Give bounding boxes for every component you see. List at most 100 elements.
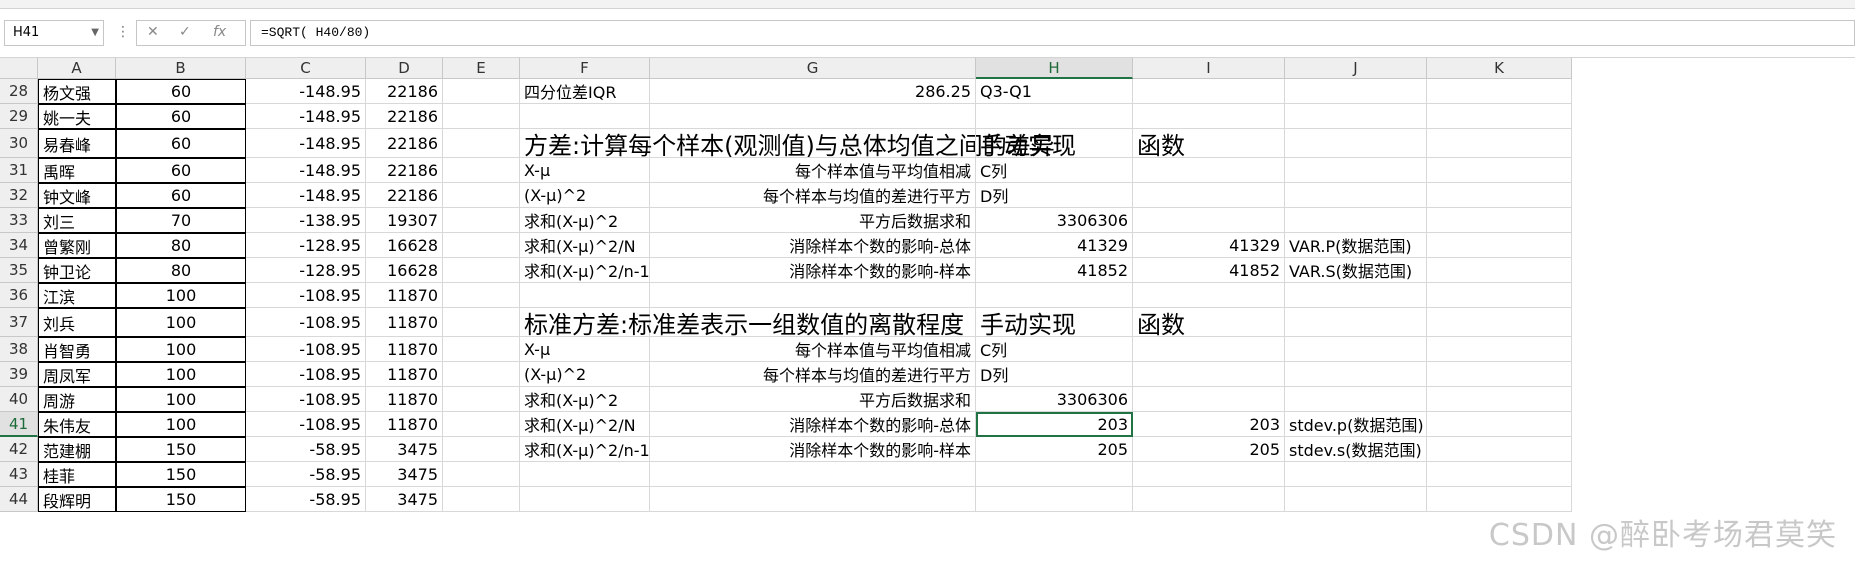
cell-e33[interactable] [443,208,520,233]
cell-a29[interactable]: 姚一夫 [38,104,116,129]
cell-k30[interactable] [1427,129,1572,158]
row-header-37[interactable]: 37 [0,308,38,337]
cell-k40[interactable] [1427,387,1572,412]
cell-g32[interactable]: 每个样本与均值的差进行平方 [650,183,976,208]
cell-c41[interactable]: -108.95 [246,412,366,437]
cell-d33[interactable]: 19307 [366,208,443,233]
cell-f33[interactable]: 求和(X-μ)^2 [520,208,650,233]
column-header-b[interactable]: B [116,58,246,79]
cell-b33[interactable]: 70 [116,208,246,233]
cell-c43[interactable]: -58.95 [246,462,366,487]
row-header-40[interactable]: 40 [0,387,38,412]
cell-d40[interactable]: 11870 [366,387,443,412]
cell-g33[interactable]: 平方后数据求和 [650,208,976,233]
cell-j32[interactable] [1285,183,1427,208]
cell-k29[interactable] [1427,104,1572,129]
cell-j38[interactable] [1285,337,1427,362]
cell-e37[interactable] [443,308,520,337]
cell-g30[interactable] [650,129,976,158]
row-header-30[interactable]: 30 [0,129,38,158]
cell-h43[interactable] [976,462,1133,487]
row-header-28[interactable]: 28 [0,79,38,104]
row-header-39[interactable]: 39 [0,362,38,387]
cell-f28[interactable]: 四分位差IQR [520,79,650,104]
cell-d38[interactable]: 11870 [366,337,443,362]
cell-h28[interactable]: Q3-Q1 [976,79,1133,104]
row-header-43[interactable]: 43 [0,462,38,487]
cell-i33[interactable] [1133,208,1285,233]
cell-h38[interactable]: C列 [976,337,1133,362]
cell-k34[interactable] [1427,233,1572,258]
cell-f41[interactable]: 求和(X-μ)^2/N [520,412,650,437]
cell-b39[interactable]: 100 [116,362,246,387]
cell-b28[interactable]: 60 [116,79,246,104]
cell-i35[interactable]: 41852 [1133,258,1285,283]
cell-e41[interactable] [443,412,520,437]
cell-a44[interactable]: 段辉明 [38,487,116,512]
cell-k36[interactable] [1427,283,1572,308]
cell-j35[interactable]: VAR.S(数据范围) [1285,258,1427,283]
cell-f34[interactable]: 求和(X-μ)^2/N [520,233,650,258]
cell-a32[interactable]: 钟文峰 [38,183,116,208]
cell-i42[interactable]: 205 [1133,437,1285,462]
cell-b40[interactable]: 100 [116,387,246,412]
cell-i38[interactable] [1133,337,1285,362]
column-header-i[interactable]: I [1133,58,1285,79]
cell-h33[interactable]: 3306306 [976,208,1133,233]
row-header-38[interactable]: 38 [0,337,38,362]
cell-j33[interactable] [1285,208,1427,233]
cell-c29[interactable]: -148.95 [246,104,366,129]
cell-g37[interactable] [650,308,976,337]
formula-input[interactable]: =SQRT( H40/80) [250,20,1855,46]
column-header-f[interactable]: F [520,58,650,79]
cell-g40[interactable]: 平方后数据求和 [650,387,976,412]
cell-d28[interactable]: 22186 [366,79,443,104]
cell-e28[interactable] [443,79,520,104]
more-options-icon[interactable]: ⋮ [116,24,130,40]
cell-c36[interactable]: -108.95 [246,283,366,308]
cell-b37[interactable]: 100 [116,308,246,337]
cell-e40[interactable] [443,387,520,412]
cell-j40[interactable] [1285,387,1427,412]
cell-d44[interactable]: 3475 [366,487,443,512]
cell-h44[interactable] [976,487,1133,512]
row-header-29[interactable]: 29 [0,104,38,129]
cell-j39[interactable] [1285,362,1427,387]
cell-f43[interactable] [520,462,650,487]
cell-e35[interactable] [443,258,520,283]
cell-h34[interactable]: 41329 [976,233,1133,258]
cell-a31[interactable]: 禹晖 [38,158,116,183]
cell-j43[interactable] [1285,462,1427,487]
cell-k43[interactable] [1427,462,1572,487]
cell-c37[interactable]: -108.95 [246,308,366,337]
cell-e38[interactable] [443,337,520,362]
cell-d36[interactable]: 11870 [366,283,443,308]
cell-j37[interactable] [1285,308,1427,337]
cell-j29[interactable] [1285,104,1427,129]
cell-b35[interactable]: 80 [116,258,246,283]
cell-h40[interactable]: 3306306 [976,387,1133,412]
cell-d41[interactable]: 11870 [366,412,443,437]
cell-k37[interactable] [1427,308,1572,337]
cell-j41[interactable]: stdev.p(数据范围) [1285,412,1427,437]
cell-c40[interactable]: -108.95 [246,387,366,412]
cell-f30[interactable]: 方差:计算每个样本(观测值)与总体均值之间的差异 [520,129,1055,160]
cell-e32[interactable] [443,183,520,208]
cell-h32[interactable]: D列 [976,183,1133,208]
cell-k41[interactable] [1427,412,1572,437]
cell-i32[interactable] [1133,183,1285,208]
cell-c33[interactable]: -138.95 [246,208,366,233]
cell-k33[interactable] [1427,208,1572,233]
cell-i31[interactable] [1133,158,1285,183]
cell-g35[interactable]: 消除样本个数的影响-样本 [650,258,976,283]
cell-b41[interactable]: 100 [116,412,246,437]
cell-e36[interactable] [443,283,520,308]
cell-f40[interactable]: 求和(X-μ)^2 [520,387,650,412]
cell-a37[interactable]: 刘兵 [38,308,116,337]
cell-c39[interactable]: -108.95 [246,362,366,387]
cell-j31[interactable] [1285,158,1427,183]
cell-h31[interactable]: C列 [976,158,1133,183]
cell-k38[interactable] [1427,337,1572,362]
column-header-k[interactable]: K [1427,58,1572,79]
cell-e34[interactable] [443,233,520,258]
